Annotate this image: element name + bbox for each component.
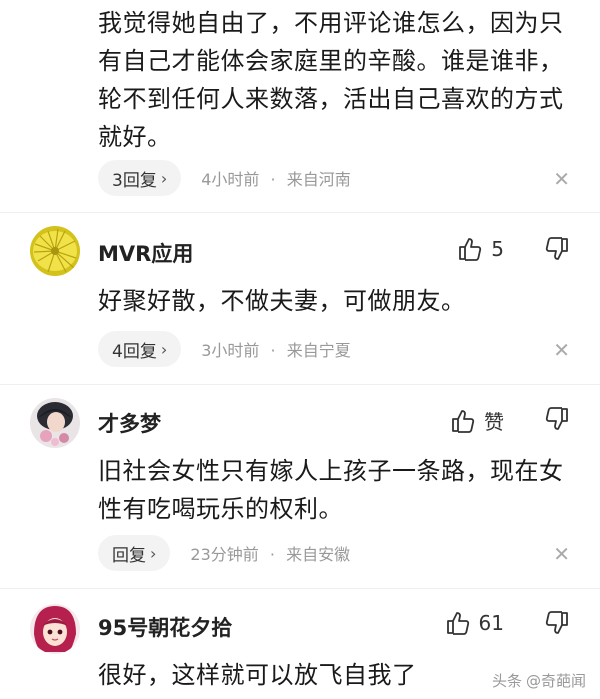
like-label: 赞 xyxy=(484,410,504,434)
close-icon[interactable]: ✕ xyxy=(553,167,570,191)
thumbs-down-icon xyxy=(544,610,570,636)
divider xyxy=(0,212,600,213)
reply-button[interactable]: 4回复 › xyxy=(98,331,182,367)
comment-time: 3小时前 xyxy=(201,341,260,360)
divider xyxy=(0,588,600,589)
like-button[interactable]: 赞 xyxy=(450,406,504,435)
reply-count: 3回复 xyxy=(112,170,157,191)
comment-text: 我觉得她自由了，不用评论谁怎么，因为只有自己才能体会家庭里的辛酸。谁是谁非，轮不… xyxy=(98,9,564,151)
thumbs-down-icon xyxy=(544,236,570,262)
like-count: 5 xyxy=(491,237,504,261)
like-button[interactable]: 61 xyxy=(445,610,504,636)
dislike-button[interactable] xyxy=(544,406,570,432)
thumbs-down-icon xyxy=(544,406,570,432)
username[interactable]: MVR应用 xyxy=(98,238,193,268)
reply-count: 4回复 xyxy=(112,341,157,362)
reply-button[interactable]: 3回复 › xyxy=(98,160,182,196)
comment-time-location: 4小时前 · 来自河南 xyxy=(201,166,350,190)
comment-location: 来自河南 xyxy=(286,170,351,189)
comment-text: 旧社会女性只有嫁人上孩子一条路，现在女性有吃喝玩乐的权利。 xyxy=(98,457,564,523)
separator: · xyxy=(269,545,275,564)
username[interactable]: 才多梦 xyxy=(98,408,161,438)
reply-count: 回复 xyxy=(112,545,146,566)
close-icon[interactable]: ✕ xyxy=(553,542,570,566)
dislike-button[interactable] xyxy=(544,236,570,262)
close-icon[interactable]: ✕ xyxy=(553,338,570,362)
comment-time-location: 23分钟前 · 来自安徽 xyxy=(190,541,350,565)
comment-meta: 3回复 › 4小时前 · 来自河南 xyxy=(98,160,351,196)
watermark: 头条 @奇葩闻 xyxy=(492,670,586,691)
like-count: 61 xyxy=(478,611,504,635)
comment-meta: 4回复 › 3小时前 · 来自宁夏 xyxy=(98,331,351,367)
comment-text: 好聚好散，不做夫妻，可做朋友。 xyxy=(98,287,466,315)
thumbs-up-icon xyxy=(450,408,476,434)
comment-time: 23分钟前 xyxy=(190,545,259,564)
avatar[interactable] xyxy=(30,226,80,276)
avatar[interactable] xyxy=(30,398,80,448)
comment-time-location: 3小时前 · 来自宁夏 xyxy=(201,337,350,361)
comment-location: 来自宁夏 xyxy=(286,341,351,360)
separator: · xyxy=(270,170,276,189)
reply-button[interactable]: 回复 › xyxy=(98,535,171,571)
divider xyxy=(0,384,600,385)
watermark-prefix: 头条 xyxy=(491,672,522,690)
username[interactable]: 95号朝花夕拾 xyxy=(98,612,232,642)
like-button[interactable]: 5 xyxy=(457,236,504,262)
comment-meta: 回复 › 23分钟前 · 来自安徽 xyxy=(98,535,350,571)
chevron-right-icon: › xyxy=(160,168,168,188)
thumbs-up-icon xyxy=(445,610,471,636)
thumbs-up-icon xyxy=(457,236,483,262)
chevron-right-icon: › xyxy=(150,543,157,563)
dislike-button[interactable] xyxy=(544,610,570,636)
comment-time: 4小时前 xyxy=(201,170,260,189)
watermark-account: @奇葩闻 xyxy=(525,672,586,690)
chevron-right-icon: › xyxy=(160,339,168,359)
avatar[interactable] xyxy=(30,604,80,654)
separator: · xyxy=(270,341,276,360)
comment-location: 来自安徽 xyxy=(286,545,351,564)
